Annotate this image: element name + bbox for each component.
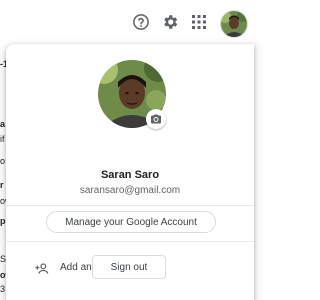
apps-grid-icon[interactable] (186, 9, 212, 35)
bg-fragment: o (0, 156, 6, 166)
add-person-icon (34, 261, 50, 282)
gear-icon[interactable] (157, 9, 183, 35)
divider (6, 241, 254, 242)
top-bar (0, 0, 254, 44)
bg-fragment: if (0, 134, 5, 144)
help-icon[interactable] (128, 9, 154, 35)
divider (6, 205, 254, 206)
profile-photo-container (98, 60, 166, 129)
account-name: Saran Saro (100, 169, 160, 181)
bg-fragment: a (0, 119, 6, 129)
account-email: saransaro@gmail.com (79, 185, 181, 196)
bg-fragment: p (0, 216, 6, 226)
bg-fragment: 3 (0, 284, 6, 294)
manage-account-button[interactable]: Manage your Google Account (46, 211, 216, 233)
avatar[interactable] (220, 10, 248, 38)
bg-fragment: r (0, 180, 4, 190)
camera-icon[interactable] (146, 109, 166, 129)
account-menu: Saran Saro saransaro@gmail.com Manage yo… (6, 44, 254, 300)
sign-out-button[interactable]: Sign out (92, 255, 166, 279)
